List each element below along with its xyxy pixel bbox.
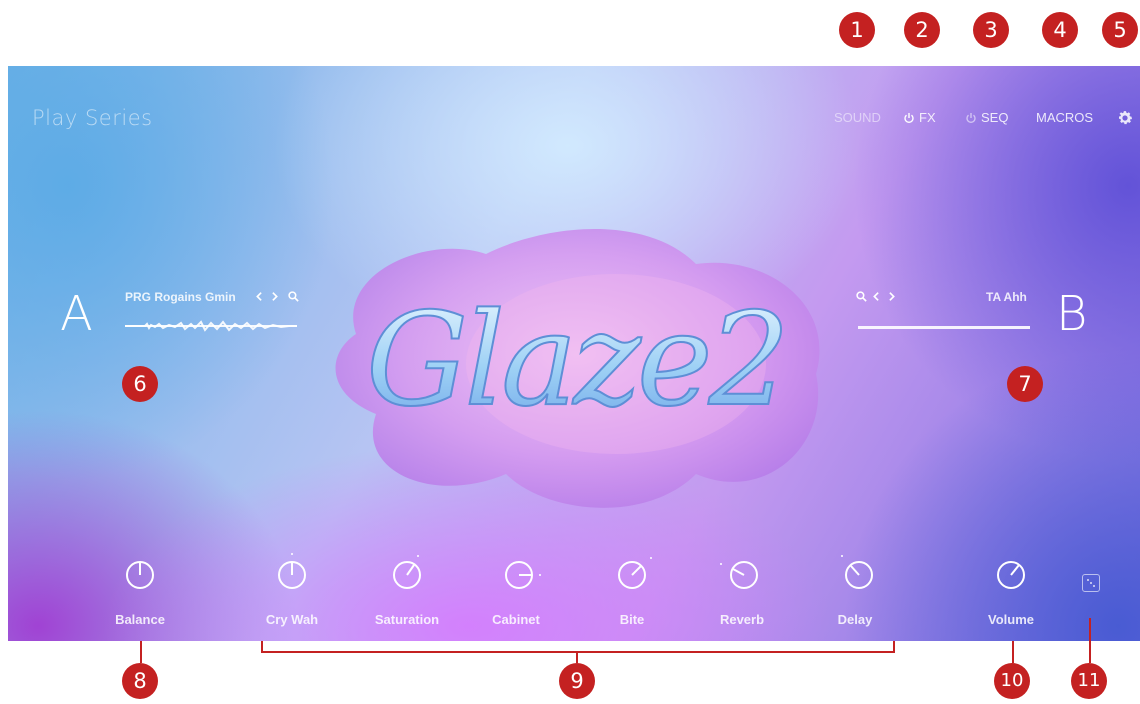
dice-icon[interactable] (1082, 574, 1100, 592)
search-icon[interactable] (288, 291, 299, 302)
cry-wah-label: Cry Wah (265, 612, 319, 627)
callout-11: 11 (1071, 663, 1107, 699)
reverb-knob[interactable] (720, 560, 759, 590)
knob-graphic (720, 561, 758, 589)
saturation-knob[interactable] (392, 555, 422, 590)
callout-3: 3 (973, 12, 1009, 48)
knob-graphic (841, 555, 873, 589)
callout-6: 6 (122, 366, 158, 402)
callout-1: 1 (839, 12, 875, 48)
cabinet-label: Cabinet (492, 612, 540, 627)
knob-graphic (126, 561, 154, 589)
brand-title: Play Series (32, 106, 153, 130)
callout-8: 8 (122, 663, 158, 699)
nav-seq[interactable]: SEQ (965, 110, 1008, 125)
knob-graphic (618, 557, 652, 589)
chevron-right-icon[interactable] (269, 291, 280, 302)
logo-text: Glaze2 (366, 286, 786, 435)
cry-wah-knob[interactable] (277, 553, 307, 590)
callout-4: 4 (1042, 12, 1078, 48)
delay-label: Delay (837, 612, 873, 627)
slot-a-letter: A (60, 286, 93, 342)
callout-7: 7 (1007, 366, 1043, 402)
chevron-left-icon[interactable] (254, 291, 265, 302)
balance-label: Balance (115, 612, 165, 627)
callout-9-bracket (261, 651, 895, 653)
reverb-label: Reverb (719, 612, 765, 627)
knob-graphic (278, 553, 306, 589)
knob-graphic (505, 561, 541, 589)
slot-a-waveform (125, 320, 297, 332)
callout-10-line (1012, 641, 1014, 663)
slot-a-preset[interactable]: PRG Rogains Gmin (125, 290, 236, 304)
cabinet-knob[interactable] (504, 560, 541, 590)
nav-fx[interactable]: FX (903, 110, 936, 125)
callout-10: 10 (994, 663, 1030, 699)
knob-graphic (393, 555, 421, 589)
power-icon[interactable] (903, 112, 915, 124)
knob-graphic (997, 561, 1025, 589)
callout-8-line (140, 641, 142, 663)
callout-2: 2 (904, 12, 940, 48)
callout-5: 5 (1102, 12, 1138, 48)
glaze-logo: Glaze2 (335, 229, 820, 508)
volume-knob[interactable] (996, 560, 1026, 590)
saturation-label: Saturation (374, 612, 440, 627)
nav-seq-label: SEQ (981, 110, 1009, 125)
nav-macros[interactable]: MACROS (1036, 110, 1093, 125)
nav-fx-label: FX (919, 110, 936, 125)
delay-knob[interactable] (841, 555, 874, 590)
power-icon[interactable] (965, 112, 977, 124)
search-icon[interactable] (856, 291, 867, 302)
callout-9: 9 (559, 663, 595, 699)
chevron-right-icon[interactable] (886, 291, 897, 302)
plugin-panel: Play Series SOUND FX SEQ MACROS A PRG Ro… (8, 66, 1140, 641)
callout-11-line (1089, 618, 1091, 663)
slot-b-waveform (858, 326, 1030, 329)
bite-knob[interactable] (617, 557, 652, 590)
callout-9-stem (576, 651, 578, 663)
nav-sound[interactable]: SOUND (834, 110, 881, 125)
slot-b-letter: B (1056, 286, 1088, 342)
volume-label: Volume (988, 612, 1034, 627)
gear-icon[interactable] (1116, 109, 1134, 127)
balance-knob[interactable] (125, 560, 155, 590)
slot-b-preset[interactable]: TA Ahh (986, 290, 1027, 304)
nav-macros-label: MACROS (1036, 110, 1094, 125)
bite-label: Bite (619, 612, 645, 627)
chevron-left-icon[interactable] (871, 291, 882, 302)
nav-sound-label: SOUND (834, 110, 881, 125)
